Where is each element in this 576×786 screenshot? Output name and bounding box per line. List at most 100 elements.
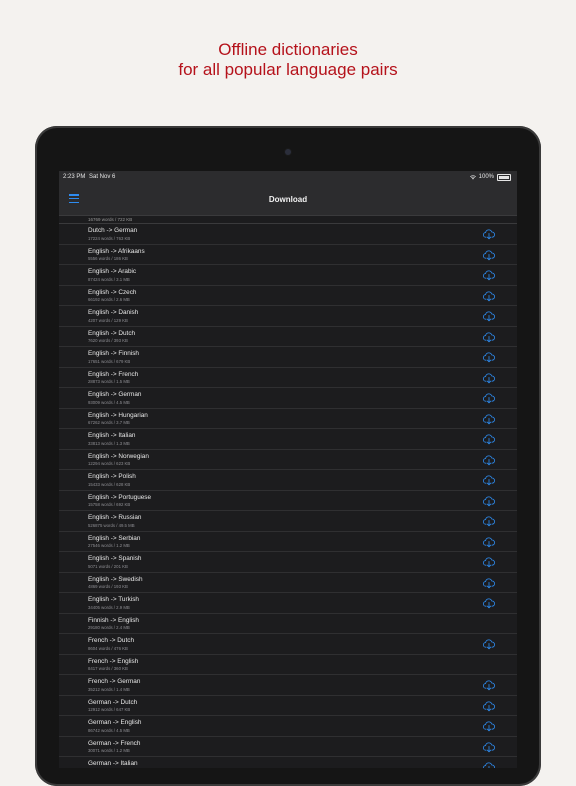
cloud-download-icon[interactable] [482,719,496,733]
battery-icon [497,174,511,181]
list-item[interactable]: French -> Dutch 8604 words / 476 KB [59,634,517,655]
dictionary-name: French -> Dutch [88,637,134,644]
dictionary-name: German -> Dutch [88,698,138,706]
status-right: 100% [469,171,511,184]
dictionary-size: 5071 words / 201 KB [88,563,128,569]
dictionary-name: English -> Russian [88,514,142,521]
cloud-download-icon[interactable] [482,432,496,446]
cloud-download-icon[interactable] [482,576,496,590]
dictionary-size: 12294 words / 623 KB [88,461,131,466]
dictionary-size: 27546 words / 1.2 MB [88,543,130,548]
cloud-download-icon[interactable] [482,453,496,467]
list-item[interactable]: English -> French 28873 words / 1.5 MB [59,367,517,388]
list-item[interactable]: English -> Afrikaans 5556 words / 186 KB [59,244,517,265]
list-item[interactable]: English -> Hungarian 67262 words / 3.7 MB [59,408,517,429]
list-item[interactable]: English -> German 93009 words / 4.5 MB [59,388,517,409]
dictionary-name: English -> Portuguese [88,493,152,501]
dictionary-size: 87424 words / 3.1 MB [88,276,130,282]
dictionary-name: English -> Danish [88,309,139,316]
cloud-download-icon[interactable] [482,699,496,713]
dictionary-size: 33813 words / 1.3 MB [88,440,130,446]
cloud-download-icon[interactable] [482,535,496,549]
list-item[interactable]: Dutch -> German 17224 words / 763 KB [59,224,517,245]
cloud-download-icon[interactable] [482,309,496,323]
list-item[interactable]: English -> Italian 33813 words / 1.3 MB [59,429,517,450]
status-date: Sat Nov 6 [89,174,116,180]
list-item[interactable]: English -> Serbian 27546 words / 1.2 MB [59,531,517,552]
cloud-download-icon[interactable] [482,740,496,754]
cloud-download-icon[interactable] [482,371,496,385]
dictionary-name: English -> Swedish [88,575,143,583]
dictionary-name: English -> Finnish [88,350,139,357]
dictionary-name: French -> English [88,657,139,665]
list-item[interactable]: German -> English 86742 words / 4.5 MB [59,716,517,737]
list-item[interactable]: English -> Dutch 7620 words / 393 KB [59,326,517,347]
list-item[interactable]: English -> Swedish 4869 words / 193 KB [59,572,517,593]
dictionary-size: 93009 words / 4.5 MB [88,399,130,405]
cloud-download-icon[interactable] [482,596,496,610]
list-item[interactable]: German -> Dutch 12912 words / 647 KB [59,695,517,716]
dictionary-name: English -> Hungarian [88,411,148,419]
list-item[interactable]: English -> Russian 526875 words / 49.5 MB [59,511,517,532]
dictionary-size: 12912 words / 647 KB [88,707,131,712]
dictionary-size: 526875 words / 49.5 MB [88,522,135,528]
list-item[interactable]: English -> Turkish 34405 words / 2.9 MB [59,593,517,614]
dictionary-size: 35212 words / 1.4 MB [88,686,130,692]
dictionary-size: 15758 words / 692 KB [88,502,131,507]
dictionary-name: English -> German [88,391,142,398]
list-item[interactable]: French -> German 35212 words / 1.4 MB [59,675,517,696]
dictionary-size: 4207 words / 129 KB [88,317,128,323]
dictionary-size: 7620 words / 393 KB [88,338,128,343]
wifi-icon [469,175,476,180]
dictionary-name: English -> Norwegian [88,452,149,460]
page-title: Download [268,195,308,204]
headline-line-2: for all popular language pairs [178,60,398,79]
cloud-download-icon[interactable] [482,412,496,426]
cloud-download-icon[interactable] [482,350,496,364]
cloud-download-icon[interactable] [482,227,496,241]
list-item[interactable]: English -> Polish 15433 words / 628 KB [59,470,517,491]
list-item[interactable]: English -> Norwegian 12294 words / 623 KB [59,449,517,470]
list-item[interactable]: Finnish -> English 29180 words / 2.4 MB [59,613,517,634]
dictionary-name: German -> Italian [88,760,138,767]
status-time: 2:23 PM [63,174,86,180]
dictionary-size: 15433 words / 628 KB [88,481,131,487]
cloud-download-icon[interactable] [482,637,496,651]
list-item[interactable]: English -> Finnish 17651 words / 679 KB [59,347,517,368]
camera-icon [285,149,291,155]
dictionary-name: Dutch -> German [88,227,138,234]
marketing-headline: Offline dictionaries for all popular lan… [0,40,576,80]
cloud-download-icon[interactable] [482,391,496,405]
list-item[interactable]: English -> Arabic 87424 words / 3.1 MB [59,265,517,286]
list-item[interactable]: English -> Czech 66192 words / 2.6 MB [59,285,517,306]
cloud-download-icon[interactable] [482,555,496,569]
list-item[interactable]: German -> Italian4404 words / 139 KB [59,757,517,768]
cloud-download-icon[interactable] [482,330,496,344]
dictionary-size: 28873 words / 1.5 MB [88,379,130,384]
dictionary-size: 5556 words / 186 KB [88,256,128,261]
list-item[interactable]: French -> English 8417 words / 360 KB [59,654,517,675]
cloud-download-icon[interactable] [482,760,496,768]
cloud-download-icon[interactable] [482,289,496,303]
dictionary-name: English -> Spanish [88,555,142,562]
list-item[interactable]: English -> Spanish 5071 words / 201 KB [59,552,517,573]
cloud-download-icon[interactable] [482,248,496,262]
dictionary-name: English -> Italian [88,432,136,439]
cloud-download-icon[interactable] [482,473,496,487]
status-bar: 2:23 PM Sat Nov 6 100% [59,171,517,184]
dictionary-list[interactable]: 16769 words / 722 KB Dutch -> German 1722… [59,216,517,768]
dictionary-size: 34405 words / 2.9 MB [88,604,130,610]
app-screen: 2:23 PM Sat Nov 6 100% Download 16769 wo… [59,171,517,768]
list-item[interactable]: German -> French 30071 words / 1.2 MB [59,736,517,757]
dictionary-name: English -> Arabic [88,268,137,275]
cloud-download-icon[interactable] [482,514,496,528]
list-item[interactable]: English -> Danish 4207 words / 129 KB [59,306,517,327]
list-item[interactable]: English -> Portuguese 15758 words / 692 K… [59,490,517,511]
dictionary-name: English -> Polish [88,473,136,480]
cloud-download-icon[interactable] [482,678,496,692]
navigation-bar: Download [59,184,517,216]
dictionary-name: German -> French [88,739,141,747]
cloud-download-icon[interactable] [482,494,496,508]
dictionary-name: English -> Dutch [88,329,136,337]
cloud-download-icon[interactable] [482,268,496,282]
